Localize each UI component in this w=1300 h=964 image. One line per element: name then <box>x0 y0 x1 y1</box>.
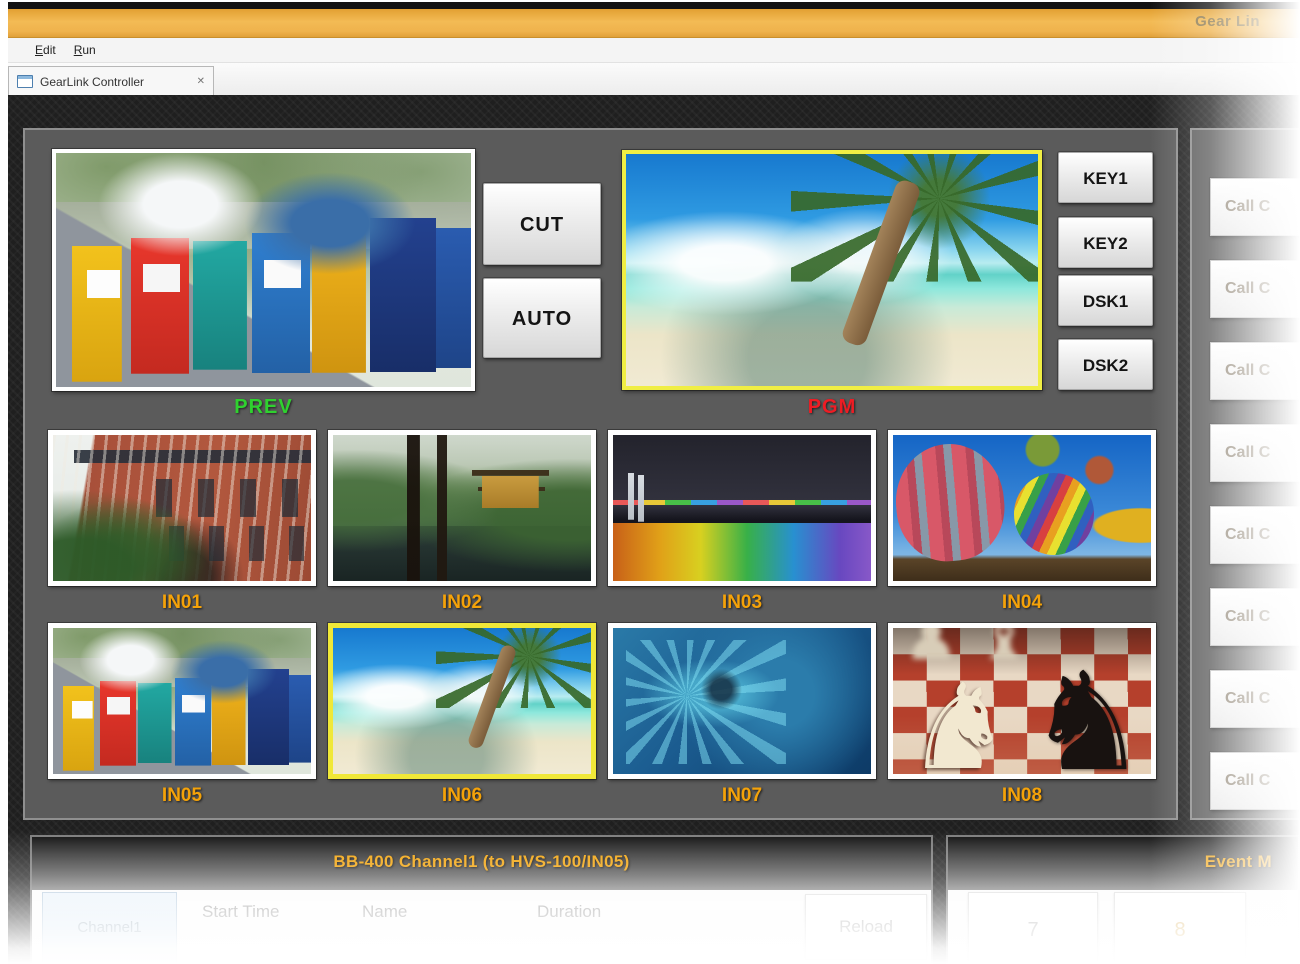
dsk1-button[interactable]: DSK1 <box>1058 275 1153 326</box>
input-thumbnail-in08[interactable] <box>888 623 1156 779</box>
input-thumbnail-in06[interactable] <box>328 623 596 779</box>
window-icon <box>17 75 33 88</box>
preview-image <box>56 153 471 387</box>
screenshot-stage: Gear Lin Edit Run GearLink Controller PR… <box>0 0 1300 964</box>
event-header: Event M <box>948 837 1298 890</box>
cut-button[interactable]: CUT <box>483 183 601 265</box>
input-thumbnail-in04[interactable] <box>888 430 1156 586</box>
column-duration: Duration <box>537 902 601 922</box>
call-button-3[interactable]: Call C <box>1210 342 1300 400</box>
program-label: PGM <box>622 396 1042 419</box>
input-thumbnail-in05[interactable] <box>48 623 316 779</box>
input-image-in02 <box>333 435 591 581</box>
call-button-7[interactable]: Call C <box>1210 670 1300 728</box>
input-thumbnail-in07[interactable] <box>608 623 876 779</box>
input-label-in02: IN02 <box>328 592 596 614</box>
input-label-in06: IN06 <box>328 785 596 807</box>
event-button-7[interactable]: 7 <box>968 892 1098 964</box>
input-image-in08 <box>893 628 1151 774</box>
key2-button[interactable]: KEY2 <box>1058 217 1153 268</box>
input-label-in01: IN01 <box>48 592 316 614</box>
workspace: PREV CUT AUTO PGM KEY1 KEY2 DSK1 DSK2 <box>8 95 1300 964</box>
channel1-tab[interactable]: Channel1 <box>42 892 177 964</box>
menu-edit[interactable]: Edit <box>26 40 65 60</box>
call-button-6[interactable]: Call C <box>1210 588 1300 646</box>
key1-button[interactable]: KEY1 <box>1058 152 1153 203</box>
white-knight <box>906 669 1012 774</box>
tab-title: GearLink Controller <box>40 75 144 89</box>
input-label-in08: IN08 <box>888 785 1156 807</box>
event-button-8[interactable]: 8 <box>1114 892 1246 964</box>
dsk2-button[interactable]: DSK2 <box>1058 339 1153 390</box>
program-image <box>626 154 1038 386</box>
tab-bar: GearLink Controller <box>8 63 1300 97</box>
input-label-in05: IN05 <box>48 785 316 807</box>
input-thumbnail-in01[interactable] <box>48 430 316 586</box>
input-label-in07: IN07 <box>608 785 876 807</box>
event-title: Event M <box>948 852 1298 872</box>
call-button-1[interactable]: Call C <box>1210 178 1300 236</box>
bb400-title: BB-400 Channel1 (to HVS-100/IN05) <box>32 852 931 872</box>
tab-gearlink-controller[interactable]: GearLink Controller <box>8 66 214 96</box>
switcher-panel: PREV CUT AUTO PGM KEY1 KEY2 DSK1 DSK2 <box>23 128 1178 820</box>
bb400-panel: BB-400 Channel1 (to HVS-100/IN05) Channe… <box>30 835 933 964</box>
window-top-edge <box>8 2 1300 9</box>
column-start-time: Start Time <box>202 902 279 922</box>
menu-bar: Edit Run <box>8 38 1300 63</box>
column-name: Name <box>362 902 407 922</box>
input-label-in04: IN04 <box>888 592 1156 614</box>
input-image-in06 <box>333 628 591 774</box>
event-panel: Event M 7 8 <box>946 835 1300 964</box>
event-content: 7 8 <box>948 890 1298 964</box>
program-monitor <box>622 150 1042 390</box>
bb400-content: Channel1 Start Time Name Duration Reload <box>32 890 931 964</box>
call-button-2[interactable]: Call C <box>1210 260 1300 318</box>
app-window: Gear Lin Edit Run GearLink Controller PR… <box>8 2 1300 964</box>
black-knight <box>1027 654 1149 774</box>
input-image-in04 <box>893 435 1151 581</box>
input-label-in03: IN03 <box>608 592 876 614</box>
tab-close-icon[interactable] <box>197 76 205 87</box>
preview-label: PREV <box>52 396 475 419</box>
window-title: Gear Lin <box>1195 13 1260 30</box>
input-image-in07 <box>613 628 871 774</box>
menu-run[interactable]: Run <box>65 40 105 60</box>
preview-monitor <box>52 149 475 391</box>
input-thumbnail-in02[interactable] <box>328 430 596 586</box>
input-image-in03 <box>613 435 871 581</box>
bb400-header: BB-400 Channel1 (to HVS-100/IN05) <box>32 837 931 890</box>
input-image-in01 <box>53 435 311 581</box>
reload-button[interactable]: Reload <box>805 894 927 960</box>
call-button-8[interactable]: Call C <box>1210 752 1300 810</box>
input-image-in05 <box>53 628 311 774</box>
title-bar: Gear Lin <box>8 9 1300 38</box>
auto-button[interactable]: AUTO <box>483 278 601 358</box>
input-thumbnail-in03[interactable] <box>608 430 876 586</box>
call-button-4[interactable]: Call C <box>1210 424 1300 482</box>
call-panel: Call C Call C Call C Call C Call C Call … <box>1190 128 1300 820</box>
call-button-5[interactable]: Call C <box>1210 506 1300 564</box>
